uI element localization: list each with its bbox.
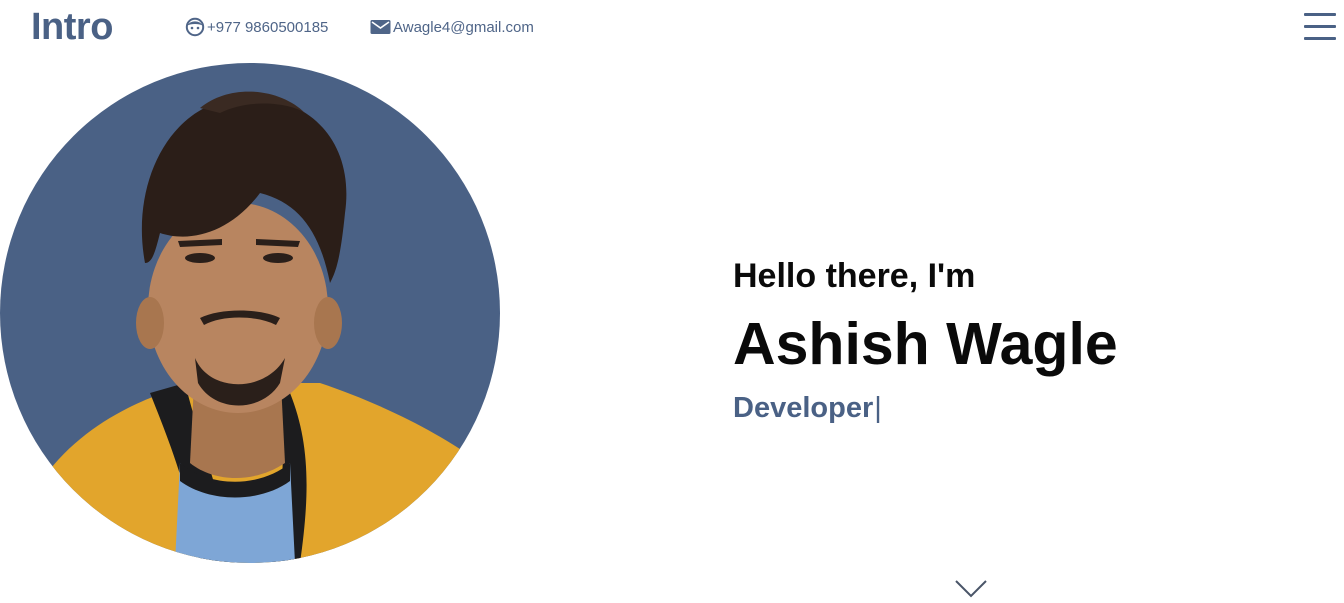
hero-name: Ashish Wagle bbox=[733, 311, 1118, 377]
phone-number: +977 9860500185 bbox=[207, 18, 329, 36]
role-text: Developer| bbox=[733, 389, 882, 427]
mail-icon bbox=[370, 19, 391, 35]
hamburger-menu-icon[interactable] bbox=[1304, 13, 1336, 41]
phone-contact[interactable]: +977 9860500185 bbox=[185, 16, 328, 38]
chevron-down-icon[interactable] bbox=[954, 578, 988, 600]
profile-photo bbox=[0, 63, 500, 563]
page: Intro +977 9860500185 Awagle4@gmail.com bbox=[0, 0, 1344, 603]
greeting-text: Hello there, I'm bbox=[733, 257, 976, 295]
typing-cursor: | bbox=[874, 392, 882, 424]
face-icon bbox=[185, 17, 205, 37]
brand-logo[interactable]: Intro bbox=[31, 4, 113, 50]
role-label: Developer bbox=[733, 392, 874, 424]
email-address: Awagle4@gmail.com bbox=[393, 18, 534, 36]
email-contact[interactable]: Awagle4@gmail.com bbox=[370, 16, 534, 38]
